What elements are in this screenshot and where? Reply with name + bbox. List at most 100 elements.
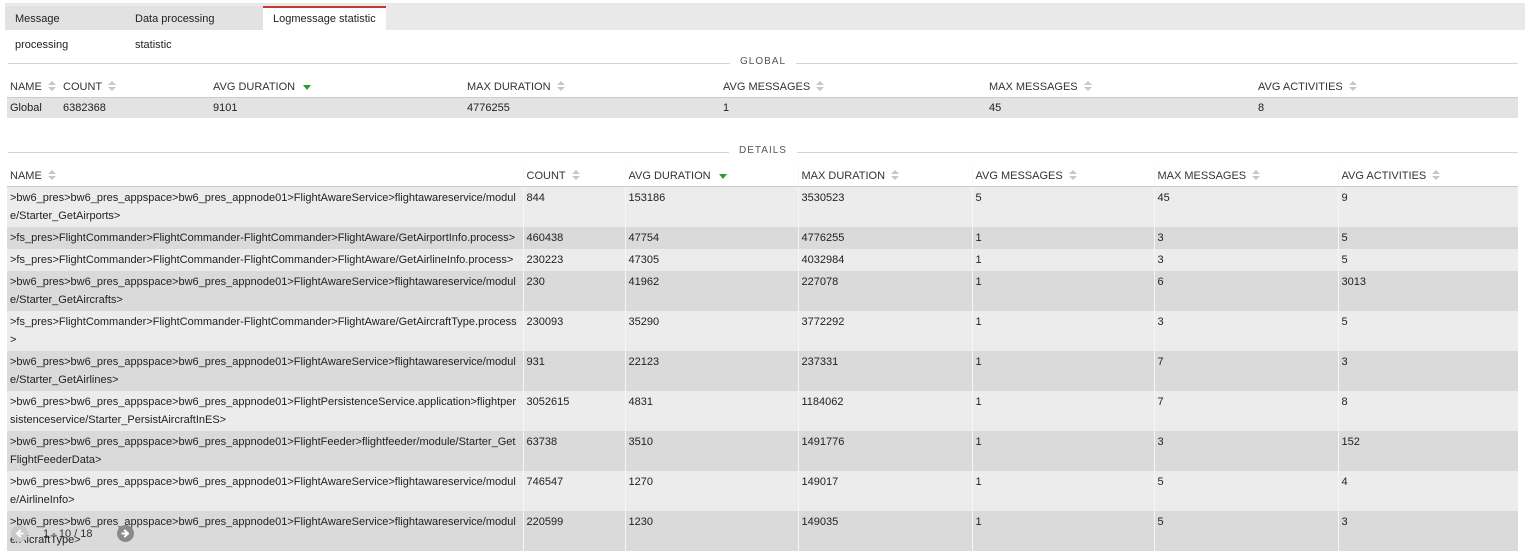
global-cell-count: 6382368 (60, 97, 210, 118)
details-cell-max-duration: 149035 (797, 511, 972, 551)
details-cell-avg-duration: 47754 (624, 227, 798, 249)
details-cell-name: >bw6_pres>bw6_pres_appspace>bw6_pres_app… (7, 186, 523, 227)
details-cell-avg-activities: 5 (1337, 227, 1518, 249)
details-cell-max-messages: 3 (1153, 431, 1338, 471)
details-cell-avg-activities: 3013 (1337, 271, 1518, 311)
details-col-avg-activities[interactable]: AVG ACTIVITIES (1337, 166, 1518, 187)
global-row: Global 6382368 9101 4776255 1 45 8 (7, 97, 1518, 118)
global-col-avg-duration[interactable]: AVG DURATION (210, 77, 464, 98)
tab-data-processing-statistic[interactable]: Data processing statistic (125, 6, 263, 51)
table-row[interactable]: >fs_pres>FlightCommander>FlightCommander… (7, 311, 1518, 351)
global-col-max-messages[interactable]: MAX MESSAGES (986, 77, 1255, 98)
table-row[interactable]: >bw6_pres>bw6_pres_appspace>bw6_pres_app… (7, 351, 1518, 391)
sort-icon (47, 81, 56, 93)
details-cell-avg-activities: 5 (1337, 311, 1518, 351)
sort-icon (108, 81, 117, 93)
details-cell-max-duration: 1491776 (797, 431, 972, 471)
sort-desc-icon (718, 173, 727, 179)
details-col-avg-messages[interactable]: AVG MESSAGES (971, 166, 1154, 187)
sort-icon (571, 170, 580, 182)
global-col-name[interactable]: NAME (7, 77, 60, 98)
arrow-left-circle-icon[interactable] (11, 525, 28, 542)
details-cell-max-duration: 4776255 (797, 227, 972, 249)
global-section-label: GLOBAL (729, 56, 797, 67)
details-cell-name: >fs_pres>FlightCommander>FlightCommander… (7, 227, 523, 249)
details-cell-avg-messages: 1 (971, 249, 1154, 271)
details-cell-max-messages: 45 (1153, 186, 1338, 227)
details-cell-avg-duration: 22123 (624, 351, 798, 391)
sort-icon (1252, 170, 1261, 182)
details-cell-name: >bw6_pres>bw6_pres_appspace>bw6_pres_app… (7, 471, 523, 511)
pager-info: 1 - 10 / 18 (43, 528, 93, 540)
details-cell-max-messages: 3 (1153, 249, 1338, 271)
global-col-avg-activities[interactable]: AVG ACTIVITIES (1255, 77, 1518, 98)
details-col-max-duration[interactable]: MAX DURATION (797, 166, 972, 187)
tab-bar: Message processing Data processing stati… (5, 3, 1525, 51)
details-cell-max-messages: 7 (1153, 391, 1338, 431)
global-cell-max-messages: 45 (986, 97, 1255, 118)
details-cell-max-messages: 7 (1153, 351, 1338, 391)
details-cell-avg-messages: 1 (971, 311, 1154, 351)
details-cell-name: >fs_pres>FlightCommander>FlightCommander… (7, 249, 523, 271)
table-row[interactable]: >bw6_pres>bw6_pres_appspace>bw6_pres_app… (7, 271, 1518, 311)
details-cell-avg-activities: 8 (1337, 391, 1518, 431)
details-cell-avg-messages: 1 (971, 351, 1154, 391)
tab-logmessage-statistic[interactable]: Logmessage statistic (263, 6, 386, 30)
details-cell-max-duration: 149017 (797, 471, 972, 511)
details-cell-avg-messages: 1 (971, 471, 1154, 511)
global-cell-max-duration: 4776255 (464, 97, 720, 118)
tab-message-processing[interactable]: Message processing (5, 6, 125, 51)
details-cell-count: 230093 (522, 311, 625, 351)
table-row[interactable]: >bw6_pres>bw6_pres_appspace>bw6_pres_app… (7, 511, 1518, 551)
global-cell-name: Global (7, 97, 60, 118)
details-cell-max-duration: 1184062 (797, 391, 972, 431)
details-col-avg-duration[interactable]: AVG DURATION (624, 166, 798, 187)
details-cell-max-duration: 3772292 (797, 311, 972, 351)
details-cell-max-messages: 6 (1153, 271, 1338, 311)
sort-icon (1348, 81, 1357, 93)
table-row[interactable]: >fs_pres>FlightCommander>FlightCommander… (7, 249, 1518, 271)
details-cell-avg-duration: 35290 (624, 311, 798, 351)
global-cell-avg-activities: 8 (1255, 97, 1518, 118)
details-cell-max-messages: 5 (1153, 471, 1338, 511)
details-cell-name: >fs_pres>FlightCommander>FlightCommander… (7, 311, 523, 351)
details-cell-avg-activities: 9 (1337, 186, 1518, 227)
details-col-max-messages[interactable]: MAX MESSAGES (1153, 166, 1338, 187)
details-col-name[interactable]: NAME (7, 166, 523, 187)
table-row[interactable]: >bw6_pres>bw6_pres_appspace>bw6_pres_app… (7, 391, 1518, 431)
details-cell-avg-messages: 1 (971, 511, 1154, 551)
table-row[interactable]: >fs_pres>FlightCommander>FlightCommander… (7, 227, 1518, 249)
details-cell-avg-messages: 1 (971, 431, 1154, 471)
details-table: NAME COUNT AVG DURATION MAX DURATION AVG… (7, 166, 1518, 551)
details-col-count[interactable]: COUNT (522, 166, 625, 187)
sort-desc-icon (303, 84, 312, 90)
details-cell-avg-messages: 1 (971, 227, 1154, 249)
sort-icon (556, 81, 565, 93)
sort-icon (891, 170, 900, 182)
table-row[interactable]: >bw6_pres>bw6_pres_appspace>bw6_pres_app… (7, 186, 1518, 227)
details-section-label: DETAILS (729, 145, 797, 156)
details-cell-count: 460438 (522, 227, 625, 249)
table-row[interactable]: >bw6_pres>bw6_pres_appspace>bw6_pres_app… (7, 471, 1518, 511)
global-col-count[interactable]: COUNT (60, 77, 210, 98)
details-cell-name: >bw6_pres>bw6_pres_appspace>bw6_pres_app… (7, 351, 523, 391)
details-cell-avg-activities: 3 (1337, 511, 1518, 551)
details-cell-name: >bw6_pres>bw6_pres_appspace>bw6_pres_app… (7, 431, 523, 471)
global-section-divider: GLOBAL (8, 56, 1518, 70)
sort-icon (816, 81, 825, 93)
details-cell-avg-duration: 3510 (624, 431, 798, 471)
global-col-max-duration[interactable]: MAX DURATION (464, 77, 720, 98)
details-body: >bw6_pres>bw6_pres_appspace>bw6_pres_app… (7, 186, 1518, 551)
sort-icon (47, 170, 56, 182)
details-cell-max-messages: 5 (1153, 511, 1338, 551)
global-col-avg-messages[interactable]: AVG MESSAGES (720, 77, 986, 98)
details-cell-max-duration: 3530523 (797, 186, 972, 227)
table-row[interactable]: >bw6_pres>bw6_pres_appspace>bw6_pres_app… (7, 431, 1518, 471)
global-cell-avg-duration: 9101 (210, 97, 464, 118)
details-cell-avg-duration: 1270 (624, 471, 798, 511)
arrow-right-circle-icon[interactable] (117, 525, 134, 542)
details-cell-count: 230223 (522, 249, 625, 271)
details-cell-avg-activities: 152 (1337, 431, 1518, 471)
details-cell-avg-messages: 1 (971, 271, 1154, 311)
details-cell-avg-messages: 5 (971, 186, 1154, 227)
